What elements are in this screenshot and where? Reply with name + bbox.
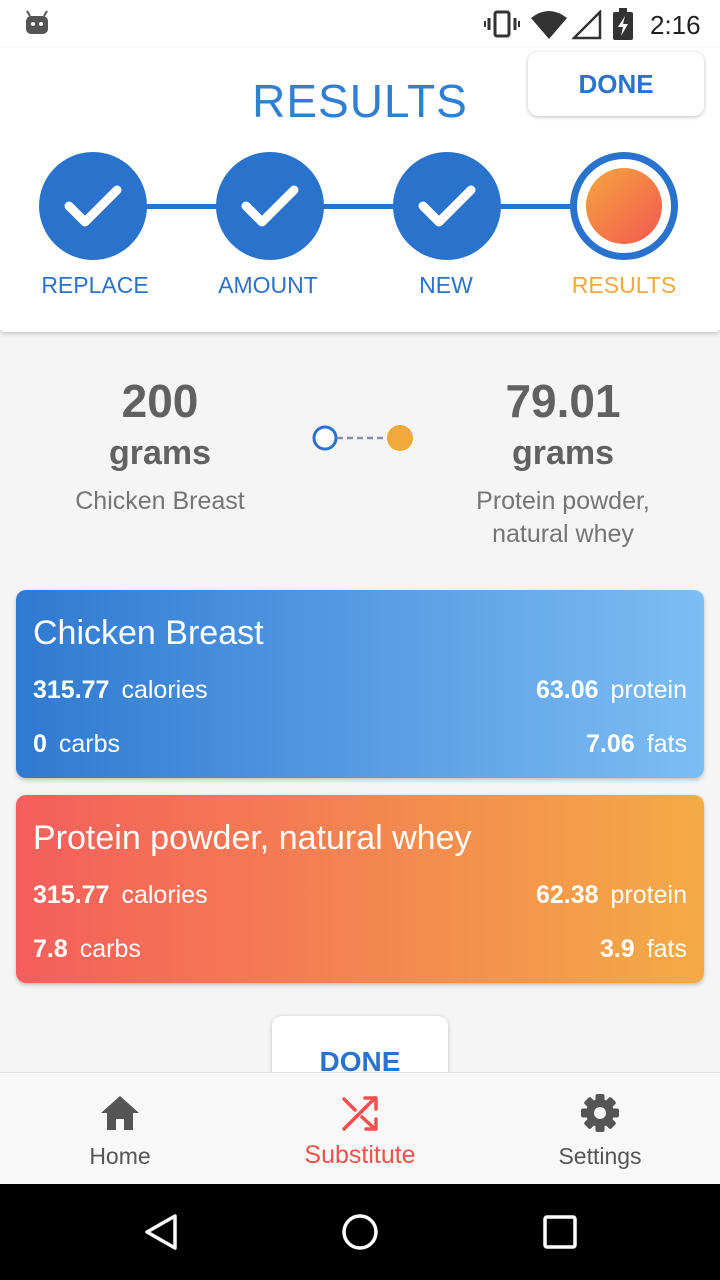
fats-label: fats bbox=[646, 730, 687, 758]
protein-stat: 62.38 protein bbox=[536, 881, 687, 910]
android-icon bbox=[26, 10, 48, 34]
new-amount-unit: grams bbox=[511, 434, 615, 472]
header-card: RESULTS DONE REPLACE AMOUNT NEW RESULTS bbox=[0, 48, 720, 332]
home-icon bbox=[101, 1096, 139, 1130]
carbs-label: carbs bbox=[79, 935, 141, 963]
fats-value: 7.06 bbox=[586, 730, 635, 758]
status-time: 2:16 bbox=[650, 10, 701, 40]
calories-value: 315.77 bbox=[33, 676, 110, 704]
nav-item-settings[interactable]: Settings bbox=[480, 1073, 720, 1185]
carbs-value: 7.8 bbox=[33, 935, 68, 963]
new-amount-value: 79.01 bbox=[505, 375, 621, 427]
check-icon bbox=[64, 185, 122, 227]
gear-icon bbox=[581, 1094, 619, 1132]
protein-value: 62.38 bbox=[535, 881, 599, 909]
shuffle-icon bbox=[342, 1096, 378, 1131]
recents-icon[interactable] bbox=[542, 1214, 578, 1250]
new-food-card: Protein powder, natural whey 315.77 calor… bbox=[16, 795, 704, 983]
system-navigation-bar bbox=[0, 1184, 720, 1280]
step-replace-circle[interactable] bbox=[39, 152, 147, 260]
protein-stat: 63.06 protein bbox=[536, 676, 687, 705]
done-button-top[interactable]: DONE bbox=[528, 52, 704, 116]
signal-icon bbox=[572, 10, 602, 40]
carbs-value: 0 bbox=[33, 730, 47, 758]
fats-stat: 7.06 fats bbox=[586, 730, 687, 759]
step-new-circle[interactable] bbox=[393, 152, 501, 260]
original-amount-unit: grams bbox=[108, 434, 212, 472]
fats-stat: 3.9 fats bbox=[600, 935, 687, 964]
nav-item-substitute[interactable]: Substitute bbox=[240, 1073, 480, 1185]
original-amount: 200 grams Chicken Breast bbox=[30, 374, 290, 518]
nav-label-substitute: Substitute bbox=[304, 1141, 416, 1169]
vibrate-icon bbox=[484, 10, 520, 38]
protein-value: 63.06 bbox=[535, 676, 599, 704]
carbs-label: carbs bbox=[58, 730, 121, 758]
calories-stat: 315.77 calories bbox=[33, 881, 208, 910]
new-food-name: Protein powder, natural whey bbox=[433, 485, 693, 551]
new-food-name-line1: Protein powder, bbox=[476, 487, 650, 515]
wifi-icon bbox=[531, 11, 567, 39]
step-label-results[interactable]: RESULTS bbox=[534, 272, 714, 299]
original-food-name: Chicken Breast bbox=[75, 487, 245, 515]
carbs-stat: 0 carbs bbox=[33, 730, 120, 759]
step-amount-circle[interactable] bbox=[216, 152, 324, 260]
card-title: Chicken Breast bbox=[33, 614, 264, 652]
original-food-card: Chicken Breast 315.77 calories 63.06 prote… bbox=[16, 590, 704, 778]
protein-label: protein bbox=[610, 676, 687, 704]
nav-label-home: Home bbox=[89, 1143, 151, 1169]
step-results-circle[interactable] bbox=[570, 152, 678, 260]
current-step-dot bbox=[586, 168, 662, 244]
calories-stat: 315.77 calories bbox=[33, 676, 208, 705]
bottom-navigation: Home Substitute Settings bbox=[0, 1072, 720, 1184]
card-title: Protein powder, natural whey bbox=[33, 819, 472, 857]
fats-value: 3.9 bbox=[599, 935, 635, 963]
fats-label: fats bbox=[646, 935, 687, 963]
stepper-line bbox=[95, 204, 625, 209]
original-amount-value: 200 bbox=[121, 375, 199, 427]
home-circle-icon[interactable] bbox=[340, 1212, 380, 1252]
back-icon[interactable] bbox=[142, 1212, 180, 1252]
step-label-replace[interactable]: REPLACE bbox=[5, 272, 185, 299]
protein-label: protein bbox=[610, 881, 687, 909]
new-amount: 79.01 grams Protein powder, natural whey bbox=[433, 374, 693, 551]
calories-label: calories bbox=[121, 881, 208, 909]
nav-item-home[interactable]: Home bbox=[0, 1073, 240, 1185]
step-label-new[interactable]: NEW bbox=[356, 272, 536, 299]
nav-label-settings: Settings bbox=[558, 1143, 642, 1169]
calories-value: 315.77 bbox=[33, 881, 110, 909]
carbs-stat: 7.8 carbs bbox=[33, 935, 141, 964]
step-label-amount[interactable]: AMOUNT bbox=[178, 272, 358, 299]
calories-label: calories bbox=[121, 676, 208, 704]
status-bar: 2:16 bbox=[0, 0, 720, 48]
battery-icon bbox=[613, 8, 633, 40]
substitution-connector-icon bbox=[312, 425, 413, 451]
new-food-name-line2: natural whey bbox=[492, 520, 634, 548]
check-icon bbox=[241, 185, 299, 227]
check-icon bbox=[418, 185, 476, 227]
